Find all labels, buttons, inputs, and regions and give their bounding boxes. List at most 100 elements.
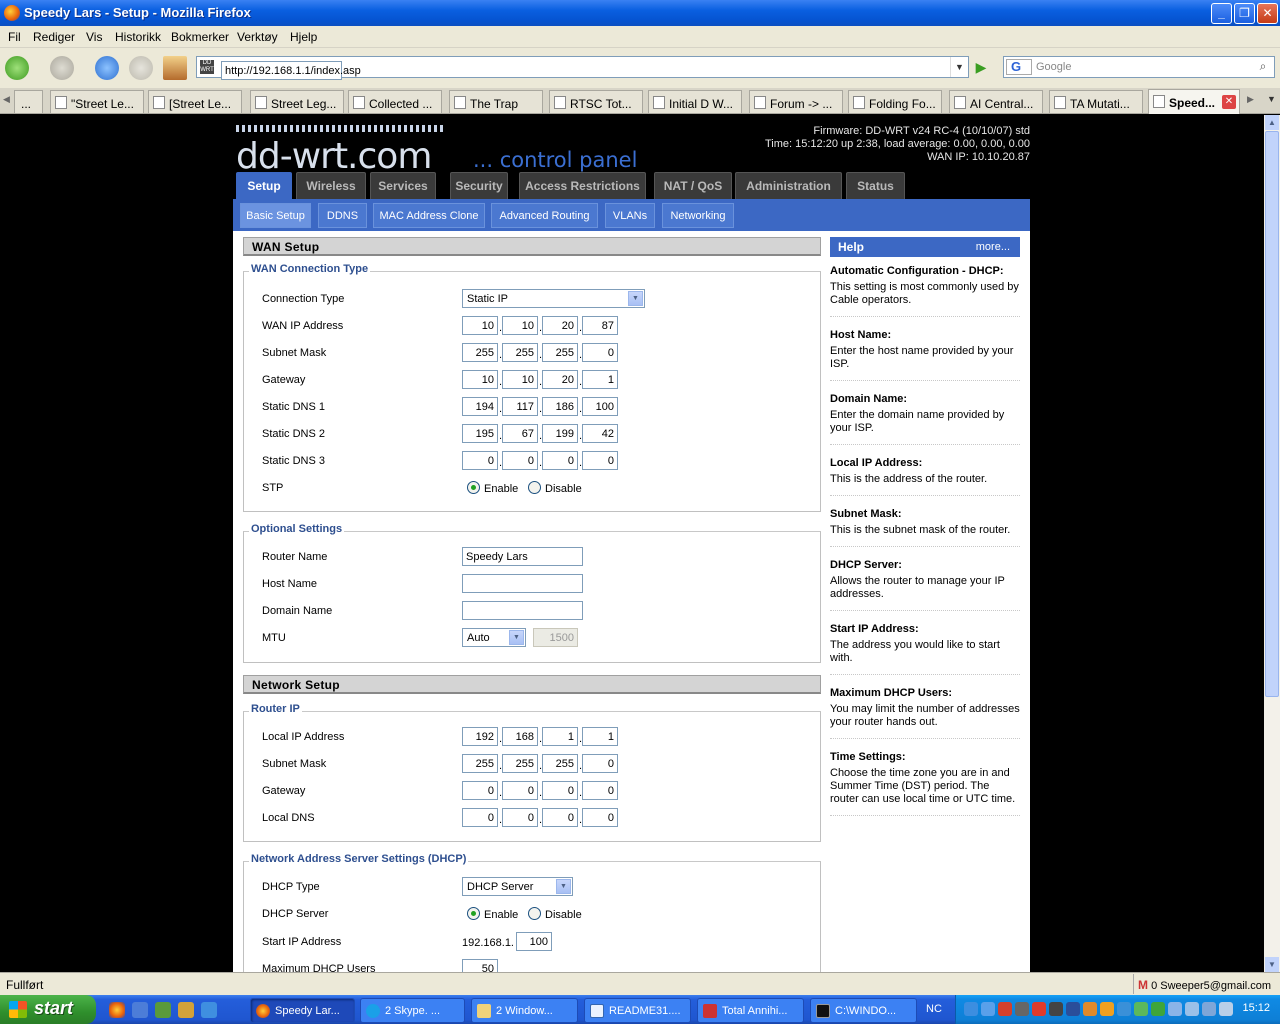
browser-tab[interactable]: AI Central... — [949, 90, 1043, 113]
local-dns-octet-2[interactable]: 0 — [502, 808, 538, 827]
browser-tab[interactable]: Forum -> ... — [749, 90, 843, 113]
tray-icon[interactable] — [1083, 1002, 1097, 1016]
tray-icon[interactable] — [981, 1002, 995, 1016]
local-ip-octet-2[interactable]: 168 — [502, 727, 538, 746]
tab-administration[interactable]: Administration — [735, 172, 842, 199]
google-icon[interactable]: G — [1006, 59, 1032, 75]
connection-type-select[interactable]: Static IP ▼ — [462, 289, 645, 308]
browser-tab-active[interactable]: Speed... ✕ — [1148, 89, 1240, 114]
forward-icon[interactable] — [50, 56, 74, 80]
host-name-input[interactable] — [462, 574, 583, 593]
browser-tab[interactable]: Folding Fo... — [848, 90, 942, 113]
taskbar-item-cmd[interactable]: C:\WINDO... — [810, 998, 917, 1023]
menu-historikk[interactable]: Historikk — [115, 30, 161, 44]
url-dropdown-icon[interactable]: ▼ — [950, 57, 968, 77]
wan-ip-octet-2[interactable]: 10 — [502, 316, 538, 335]
max-users-input[interactable]: 50 — [462, 959, 498, 972]
stp-disable-radio[interactable] — [528, 481, 541, 494]
scroll-thumb[interactable] — [1265, 131, 1279, 697]
quicklaunch-icon[interactable] — [155, 1002, 171, 1018]
minimize-button[interactable]: _ — [1211, 3, 1232, 24]
scroll-right-icon[interactable]: ▶ — [1247, 94, 1254, 105]
router-name-input[interactable]: Speedy Lars — [462, 547, 583, 566]
ie-quicklaunch-icon[interactable] — [201, 1002, 217, 1018]
search-input[interactable]: G Google ⌕ — [1003, 56, 1275, 78]
dns1-octet-2[interactable]: 117 — [502, 397, 538, 416]
tray-icon[interactable] — [964, 1002, 978, 1016]
browser-tab[interactable]: Street Leg... — [250, 90, 344, 113]
local-ip-octet-1[interactable]: 192 — [462, 727, 498, 746]
tray-icon[interactable] — [1015, 1002, 1029, 1016]
scroll-left-icon[interactable]: ◀ — [3, 94, 10, 105]
wan-mask-octet-2[interactable]: 255 — [502, 343, 538, 362]
language-indicator[interactable]: NC — [926, 1003, 942, 1015]
subtab-advanced-routing[interactable]: Advanced Routing — [491, 203, 598, 228]
tab-setup[interactable]: Setup — [236, 172, 292, 199]
wan-ip-octet-3[interactable]: 20 — [542, 316, 578, 335]
list-tabs-icon[interactable]: ▼ — [1267, 94, 1276, 104]
local-dns-octet-1[interactable]: 0 — [462, 808, 498, 827]
tab-services[interactable]: Services — [370, 172, 436, 199]
firefox-quicklaunch-icon[interactable] — [109, 1002, 125, 1018]
dns2-octet-4[interactable]: 42 — [582, 424, 618, 443]
close-tab-icon[interactable]: ✕ — [1222, 95, 1236, 109]
dns3-octet-3[interactable]: 0 — [542, 451, 578, 470]
tray-icon[interactable] — [1066, 1002, 1080, 1016]
wan-gateway-octet-3[interactable]: 20 — [542, 370, 578, 389]
local-dns-octet-4[interactable]: 0 — [582, 808, 618, 827]
tab-status[interactable]: Status — [846, 172, 905, 199]
go-icon[interactable]: ▶ — [972, 58, 990, 76]
lan-mask-octet-4[interactable]: 0 — [582, 754, 618, 773]
wan-mask-octet-4[interactable]: 0 — [582, 343, 618, 362]
browser-tab[interactable]: "Street Le... — [50, 90, 144, 113]
menu-verktoy[interactable]: Verktøy — [237, 30, 278, 44]
lan-gateway-octet-3[interactable]: 0 — [542, 781, 578, 800]
vertical-scrollbar[interactable]: ▲ ▼ — [1264, 115, 1280, 972]
dns3-octet-2[interactable]: 0 — [502, 451, 538, 470]
browser-tab[interactable]: Initial D W... — [648, 90, 742, 113]
stp-enable-radio[interactable] — [467, 481, 480, 494]
taskbar-item-readme[interactable]: README31.... — [584, 998, 691, 1023]
maximize-button[interactable]: ❐ — [1234, 3, 1255, 24]
start-ip-input[interactable]: 100 — [516, 932, 552, 951]
dns3-octet-4[interactable]: 0 — [582, 451, 618, 470]
subtab-ddns[interactable]: DDNS — [318, 203, 367, 228]
wan-mask-octet-3[interactable]: 255 — [542, 343, 578, 362]
domain-name-input[interactable] — [462, 601, 583, 620]
network-icon[interactable] — [1185, 1002, 1199, 1016]
lan-mask-octet-3[interactable]: 255 — [542, 754, 578, 773]
back-icon[interactable] — [5, 56, 29, 80]
tab-nat-qos[interactable]: NAT / QoS — [654, 172, 732, 199]
wan-mask-octet-1[interactable]: 255 — [462, 343, 498, 362]
tray-icon[interactable] — [1117, 1002, 1131, 1016]
taskbar-item-skype[interactable]: 2 Skype. ... — [360, 998, 465, 1023]
tab-wireless[interactable]: Wireless — [296, 172, 366, 199]
browser-tab[interactable]: [Street Le... — [148, 90, 242, 113]
tray-icon[interactable] — [1134, 1002, 1148, 1016]
scroll-up-icon[interactable]: ▲ — [1265, 115, 1279, 130]
browser-tab[interactable]: The Trap — [449, 90, 543, 113]
magnifier-icon[interactable]: ⌕ — [1254, 59, 1272, 75]
tray-icon[interactable] — [1100, 1002, 1114, 1016]
stop-icon[interactable] — [129, 56, 153, 80]
tab-overflow[interactable]: ... — [14, 90, 43, 113]
browser-tab[interactable]: RTSC Tot... — [549, 90, 643, 113]
tray-icon[interactable] — [1202, 1002, 1216, 1016]
lan-gateway-octet-2[interactable]: 0 — [502, 781, 538, 800]
home-icon[interactable] — [163, 56, 187, 80]
dns2-octet-1[interactable]: 195 — [462, 424, 498, 443]
menu-fil[interactable]: Fil — [8, 30, 21, 44]
tray-icon[interactable] — [1049, 1002, 1063, 1016]
tray-icon[interactable] — [1151, 1002, 1165, 1016]
tab-security[interactable]: Security — [450, 172, 508, 199]
lan-gateway-octet-4[interactable]: 0 — [582, 781, 618, 800]
subtab-vlans[interactable]: VLANs — [605, 203, 655, 228]
start-button[interactable]: start — [0, 995, 96, 1024]
dns1-octet-3[interactable]: 186 — [542, 397, 578, 416]
volume-icon[interactable] — [1219, 1002, 1233, 1016]
dns2-octet-2[interactable]: 67 — [502, 424, 538, 443]
help-more-link[interactable]: more... — [976, 241, 1010, 253]
lan-mask-octet-1[interactable]: 255 — [462, 754, 498, 773]
wan-ip-octet-1[interactable]: 10 — [462, 316, 498, 335]
tray-icon[interactable] — [998, 1002, 1012, 1016]
